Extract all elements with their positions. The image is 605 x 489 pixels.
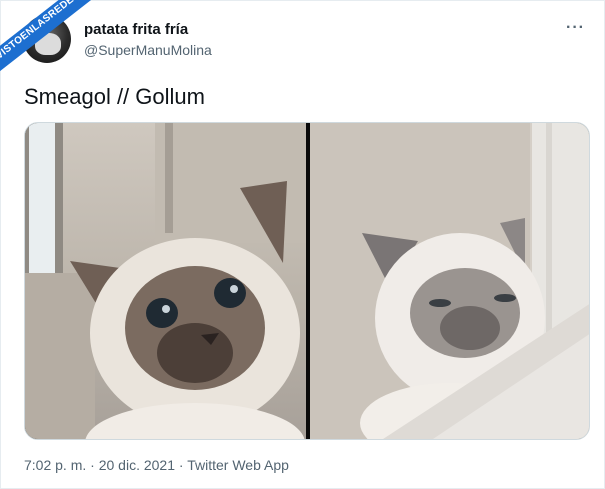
tweet-source[interactable]: Twitter Web App	[187, 457, 289, 473]
footer-separator: ·	[175, 457, 188, 473]
more-options-icon[interactable]: ···	[566, 19, 585, 37]
tweet-date[interactable]: 20 dic. 2021	[99, 457, 175, 473]
author-handle[interactable]: @SuperManuMolina	[84, 42, 212, 58]
watermark-logo: VISTOENLASREDES.com	[0, 0, 101, 80]
tweet-text: Smeagol // Gollum	[24, 84, 205, 109]
tweet-time[interactable]: 7:02 p. m.	[24, 457, 86, 473]
tweet-footer: 7:02 p. m. · 20 dic. 2021 · Twitter Web …	[24, 457, 289, 473]
cat-photo-right	[310, 123, 589, 439]
footer-separator: ·	[86, 457, 99, 473]
tweet-card: VISTOENLASREDES.com patata frita fría @S…	[0, 0, 605, 489]
tweet-media[interactable]	[24, 122, 590, 440]
cat-photo-left	[25, 123, 306, 439]
author-name[interactable]: patata frita fría	[84, 21, 188, 38]
media-image-right[interactable]	[310, 123, 589, 439]
media-image-left[interactable]	[25, 123, 306, 439]
